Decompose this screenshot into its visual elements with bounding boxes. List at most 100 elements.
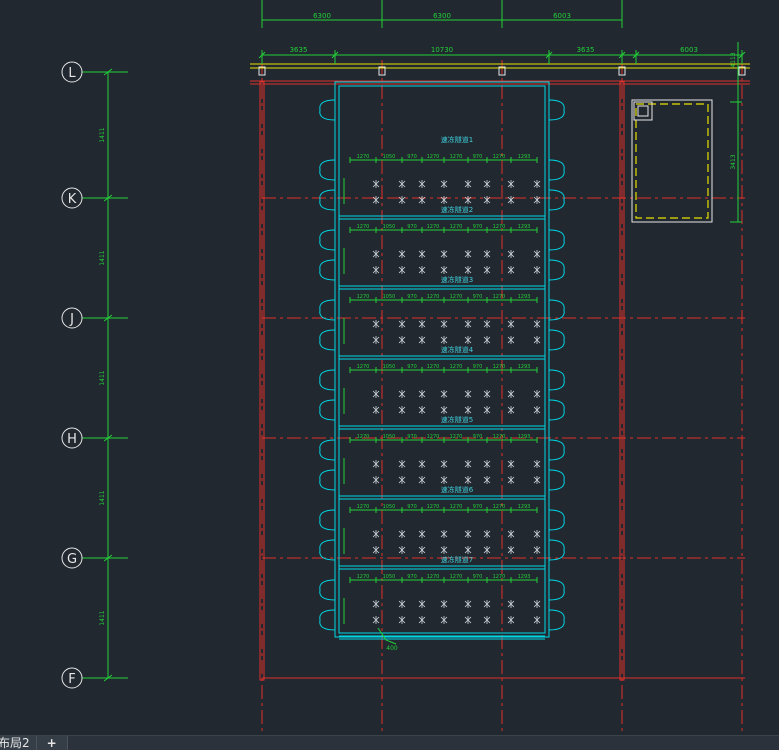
pile-mark — [418, 406, 426, 414]
add-tab-button[interactable]: + — [36, 736, 68, 750]
fan-left — [319, 299, 336, 321]
pile-mark — [507, 546, 515, 554]
fan-left — [319, 439, 336, 461]
tunnel-dim-text: 1050 — [383, 154, 396, 160]
pile-mark — [464, 336, 472, 344]
fan-left — [319, 579, 336, 601]
pile-mark — [533, 196, 541, 204]
axis-spacing: 1411 — [99, 127, 106, 142]
tunnel-dim-text: 1270 — [427, 504, 440, 510]
tunnel-title: 速冻隧道5 — [441, 415, 473, 424]
tunnel-dim-text: 1270 — [493, 364, 506, 370]
top-dim-lower-text: 10730 — [431, 46, 453, 54]
pile-mark — [398, 530, 406, 538]
pile-mark — [533, 530, 541, 538]
pile-mark — [398, 336, 406, 344]
tunnel-dim-text: 1270 — [427, 434, 440, 440]
tunnel-dim-text: 1050 — [383, 224, 396, 230]
fan-right — [548, 399, 565, 421]
pile-mark — [507, 476, 515, 484]
pile-mark — [418, 460, 426, 468]
pile-mark — [507, 390, 515, 398]
tunnel-dim-text: 970 — [407, 574, 417, 580]
drawing-canvas[interactable]: L 1411 K 1411 J 1411 H 1411 G 1411 F 6300 6300 6003 3… — [0, 0, 779, 735]
axis-spacing: 1411 — [99, 610, 106, 625]
tunnel-dim-text: 970 — [407, 224, 417, 230]
pile-mark — [533, 546, 541, 554]
axis-markers: L 1411 K 1411 J 1411 H 1411 G 1411 F — [61, 61, 128, 689]
pile-mark — [440, 530, 448, 538]
pile-mark — [507, 320, 515, 328]
axis-label: H — [67, 432, 77, 447]
grid-lines — [261, 60, 745, 735]
tunnel-dim-text: 970 — [473, 294, 483, 300]
pile-mark — [507, 250, 515, 258]
pile-mark — [464, 530, 472, 538]
axis-spacing: 1411 — [99, 490, 106, 505]
pile-mark — [483, 460, 491, 468]
tunnel-dim-text: 1293 — [518, 364, 531, 370]
tunnel-dim-text: 1270 — [427, 574, 440, 580]
pile-mark — [398, 406, 406, 414]
pile-mark — [398, 390, 406, 398]
pile-mark — [464, 266, 472, 274]
tunnel-title: 速冻隧道4 — [441, 345, 474, 354]
tunnel-dim-text: 1270 — [450, 294, 463, 300]
pile-mark — [372, 406, 380, 414]
tunnel-dim-text: 1050 — [383, 434, 396, 440]
top-dim-upper-text: 6300 — [313, 12, 331, 20]
pile-mark — [464, 616, 472, 624]
right-dim-text: 3413 — [730, 154, 737, 169]
fan-right — [548, 299, 565, 321]
pile-mark — [533, 460, 541, 468]
pile-mark — [418, 320, 426, 328]
tunnel-dim-text: 1050 — [383, 574, 396, 580]
pile-mark — [533, 320, 541, 328]
fan-left — [319, 399, 336, 421]
pile-mark — [464, 460, 472, 468]
pile-mark — [507, 196, 515, 204]
tunnel-dim-text: 1293 — [518, 224, 531, 230]
pile-mark — [418, 600, 426, 608]
tab-layout[interactable]: 布局2 — [0, 736, 37, 750]
tunnel-dim-text: 1050 — [383, 364, 396, 370]
axis-label: F — [68, 672, 75, 687]
pile-mark — [440, 616, 448, 624]
layout-tab-bar: 布局2 + — [0, 735, 779, 750]
axis-label: G — [67, 552, 77, 567]
pile-mark — [507, 616, 515, 624]
pile-mark — [483, 546, 491, 554]
tunnel-dim-text: 970 — [473, 504, 483, 510]
pile-mark — [483, 390, 491, 398]
pile-mark — [507, 180, 515, 188]
pile-mark — [507, 336, 515, 344]
pile-mark — [372, 336, 380, 344]
side-room-corner-inner — [637, 105, 649, 117]
pile-mark — [483, 320, 491, 328]
pile-mark — [464, 320, 472, 328]
cad-drawing[interactable]: L 1411 K 1411 J 1411 H 1411 G 1411 F 6300 6300 6003 3… — [0, 0, 779, 735]
tunnel-dim-text: 1270 — [357, 574, 370, 580]
top-dim-lower-text: 3635 — [577, 46, 595, 54]
axis-label: K — [68, 192, 77, 207]
pile-mark — [418, 336, 426, 344]
fan-left — [319, 539, 336, 561]
fan-left — [319, 469, 336, 491]
pile-mark — [440, 476, 448, 484]
tunnel-dim-text: 970 — [473, 574, 483, 580]
pile-mark — [507, 530, 515, 538]
fan-left — [319, 99, 336, 121]
tunnel-dim-text: 1270 — [427, 294, 440, 300]
pile-mark — [464, 180, 472, 188]
pile-mark — [440, 336, 448, 344]
fan-right — [548, 469, 565, 491]
pile-mark — [372, 390, 380, 398]
fan-left — [319, 329, 336, 351]
tunnel-dim-text: 1270 — [357, 434, 370, 440]
pile-mark — [464, 600, 472, 608]
tunnel-dim-text: 1293 — [518, 154, 531, 160]
bottom-leader-text: 400 — [386, 645, 398, 652]
tunnel-dim-text: 970 — [407, 434, 417, 440]
pile-mark — [398, 600, 406, 608]
pile-mark — [533, 476, 541, 484]
